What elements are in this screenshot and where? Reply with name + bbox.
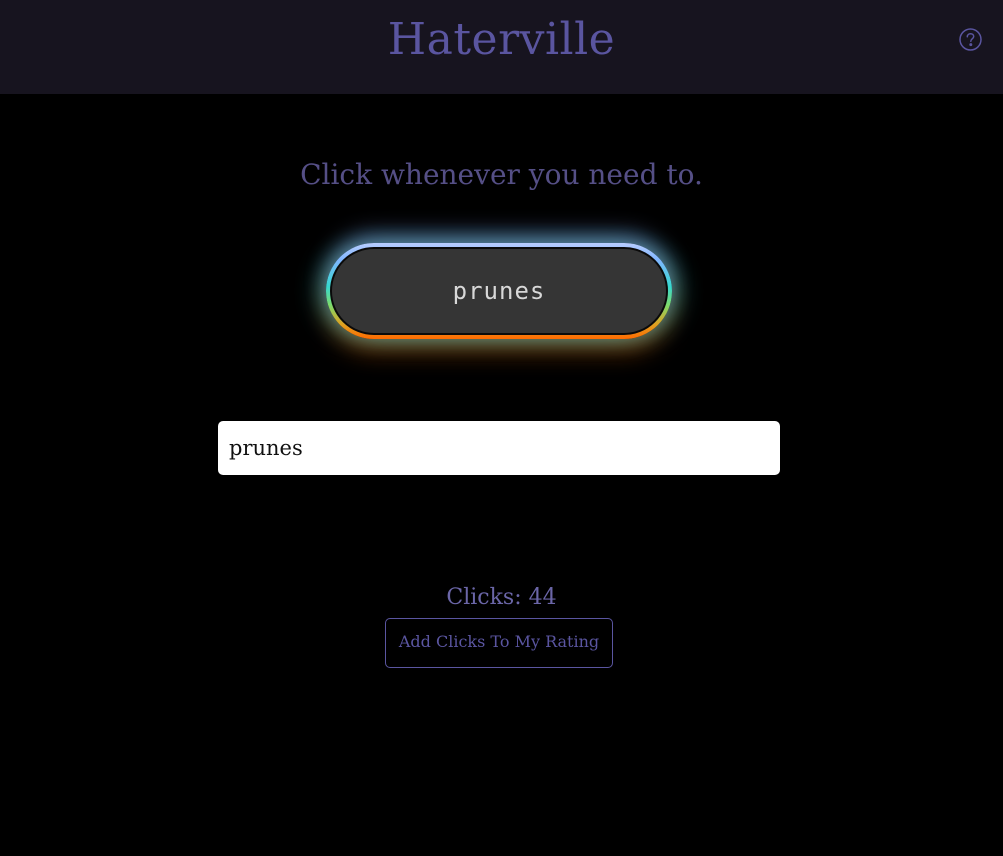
clicks-count: 44 xyxy=(528,585,557,610)
question-circle-icon xyxy=(959,28,982,51)
app-title: Haterville xyxy=(387,14,616,65)
app-header: Haterville xyxy=(0,0,1003,94)
add-clicks-button[interactable]: Add Clicks To My Rating xyxy=(385,618,613,668)
clicks-counter: Clicks: 44 xyxy=(0,582,1003,614)
word-input[interactable] xyxy=(218,421,780,475)
clicks-label: Clicks: xyxy=(446,585,522,610)
instruction-text: Click whenever you need to. xyxy=(300,158,703,191)
click-button[interactable]: prunes xyxy=(330,247,668,335)
help-button[interactable] xyxy=(959,28,982,51)
